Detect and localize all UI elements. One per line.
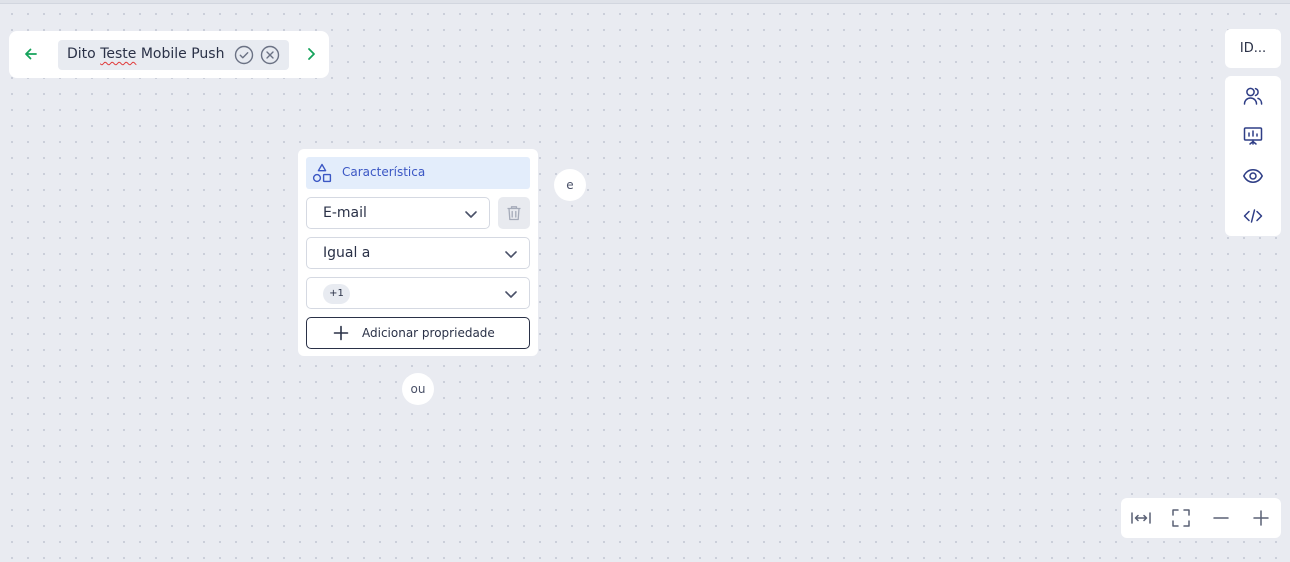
fit-width-button[interactable]	[1129, 506, 1153, 530]
cancel-title-button[interactable]	[260, 45, 280, 65]
title-word-2: Teste	[100, 46, 137, 62]
chevron-down-icon	[505, 251, 517, 258]
chevron-down-icon	[465, 211, 477, 218]
zoom-out-icon	[1213, 517, 1229, 519]
code-icon	[1243, 209, 1263, 223]
add-property-button[interactable]: Adicionar propriedade	[306, 317, 530, 349]
check-circle-icon	[234, 45, 254, 65]
users-icon	[1243, 87, 1263, 105]
audience-button[interactable]	[1241, 84, 1265, 108]
title-word-1: Dito	[67, 46, 96, 62]
trash-icon	[507, 206, 521, 221]
zoom-controls	[1121, 498, 1281, 538]
delete-condition-button[interactable]	[498, 197, 530, 229]
fullscreen-button[interactable]	[1169, 506, 1193, 530]
field-select-value: E-mail	[323, 205, 367, 221]
arrow-left-icon	[25, 48, 37, 60]
chevron-right-icon	[308, 48, 315, 60]
eye-icon	[1242, 169, 1264, 183]
journey-title-pill[interactable]: Dito Teste Mobile Push	[58, 40, 289, 70]
card-header-label: Característica	[342, 165, 426, 179]
and-label: e	[566, 178, 574, 192]
presentation-button[interactable]	[1241, 124, 1265, 148]
values-select[interactable]: +1	[306, 277, 530, 309]
operator-select-value: Igual a	[323, 245, 371, 261]
field-select[interactable]: E-mail	[306, 197, 490, 229]
id-label: ID...	[1239, 41, 1267, 56]
code-button[interactable]	[1241, 204, 1265, 228]
chevron-down-icon	[505, 291, 517, 298]
plus-icon	[333, 325, 349, 341]
fullscreen-icon	[1172, 509, 1190, 527]
shapes-icon	[312, 163, 332, 183]
zoom-out-button[interactable]	[1209, 506, 1233, 530]
add-and-condition-button[interactable]: e	[554, 169, 586, 201]
add-or-condition-button[interactable]: ou	[402, 373, 434, 405]
close-circle-icon	[260, 45, 280, 65]
back-button[interactable]	[21, 44, 41, 64]
or-label: ou	[410, 382, 426, 396]
confirm-title-button[interactable]	[234, 45, 254, 65]
operator-select[interactable]: Igual a	[306, 237, 530, 269]
journey-title-bar: Dito Teste Mobile Push	[9, 31, 329, 78]
id-button[interactable]: ID...	[1225, 29, 1281, 68]
card-header: Característica	[306, 157, 530, 189]
zoom-in-button[interactable]	[1249, 506, 1273, 530]
add-property-label: Adicionar propriedade	[362, 326, 495, 340]
condition-card: Característica E-mail Igual a +1 Adicion…	[298, 149, 538, 356]
fit-width-icon	[1131, 512, 1151, 524]
values-count-chip: +1	[323, 284, 350, 304]
preview-button[interactable]	[1241, 164, 1265, 188]
forward-button[interactable]	[301, 44, 321, 64]
title-word-3: Mobile Push	[140, 46, 225, 62]
journey-title[interactable]: Dito Teste Mobile Push	[67, 46, 224, 62]
right-toolbar	[1225, 76, 1281, 236]
presentation-icon	[1243, 127, 1263, 145]
top-border	[0, 0, 1290, 4]
zoom-in-icon	[1253, 510, 1269, 526]
